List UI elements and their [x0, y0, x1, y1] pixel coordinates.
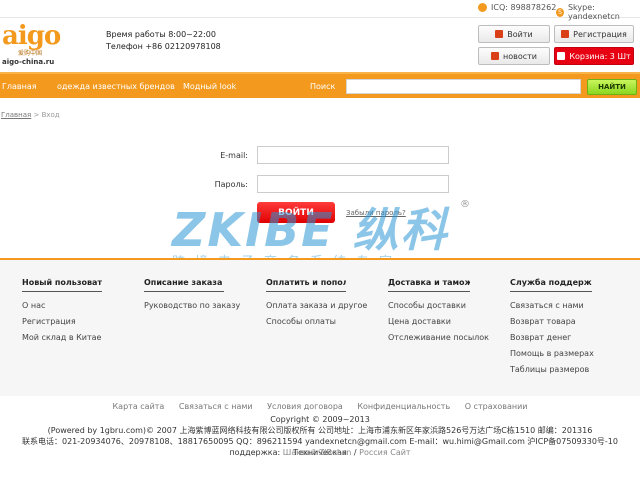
- breadcrumb-home[interactable]: Главная: [1, 111, 31, 119]
- skype-icon: S: [556, 7, 564, 17]
- footer-col-order: Описание заказа Руководство по заказу: [144, 278, 254, 314]
- search-label: Поиск: [310, 82, 336, 91]
- footer-link[interactable]: Возврат товара: [510, 314, 620, 330]
- footer-link[interactable]: Возврат денег: [510, 330, 620, 346]
- support-sep: /: [351, 448, 360, 457]
- user-icon: [478, 3, 487, 12]
- news-button[interactable]: новости: [478, 47, 550, 65]
- footer-bottom-links: Карта сайта Связаться с нами Условия дог…: [0, 402, 640, 411]
- news-icon: [491, 52, 499, 60]
- submit-login-button[interactable]: ВОЙТИ: [257, 202, 335, 223]
- bottom-link-insurance[interactable]: О страховании: [465, 402, 528, 411]
- hours-text: Время работы 8:00~22:00: [106, 30, 216, 39]
- nav-item-look[interactable]: Модный look: [183, 82, 236, 91]
- footer-link[interactable]: Оплата заказа и другое: [266, 298, 376, 314]
- footer-link[interactable]: О нас: [22, 298, 132, 314]
- bottom-link-terms[interactable]: Условия договора: [267, 402, 343, 411]
- watermark-reg: ®: [460, 199, 470, 210]
- footer-col-delivery: Доставка и таможня Способы доставки Цена…: [388, 278, 498, 346]
- footer-link[interactable]: Мой склад в Китае: [22, 330, 132, 346]
- footer-link[interactable]: Руководство по заказу: [144, 298, 254, 314]
- login-label: Войти: [507, 29, 533, 39]
- main-nav: Главная одежда известных брендов Модный …: [0, 72, 640, 98]
- copyright: Copyright © 2009~2013: [270, 415, 370, 424]
- site-header: aigo 爱购中国 aigo-china.ru Время работы 8:0…: [0, 18, 640, 72]
- forgot-password-link[interactable]: Забыли пароль?: [346, 209, 406, 217]
- footer-link[interactable]: Способы доставки: [388, 298, 498, 314]
- icq-contact: ICQ: 898878262: [478, 3, 556, 12]
- support-prefix: поддержка:: [229, 448, 281, 457]
- powered-by: (Powered by 1gbru.com)© 2007 上海紫博蓝网络科技有限…: [47, 426, 593, 435]
- lock-icon: [495, 30, 504, 38]
- working-hours: Время работы 8:00~22:00 Телефон +86 0212…: [106, 29, 221, 53]
- top-bar: ICQ: 898878262 S Skype: yandexnetcn: [0, 0, 640, 21]
- logo-main: aigo: [2, 21, 61, 51]
- nav-item-home[interactable]: Главная: [2, 82, 37, 91]
- footer-link[interactable]: Связаться с нами: [510, 298, 620, 314]
- support-company-link[interactable]: Шанхай ZiBoLan: [283, 448, 352, 457]
- footer-col-title: Служба поддержки: [510, 278, 592, 292]
- breadcrumb: Главная > Вход: [1, 111, 60, 119]
- nav-item-brands[interactable]: одежда известных брендов: [57, 82, 175, 91]
- footer-col-title: Доставка и таможня: [388, 278, 470, 292]
- email-label: E-mail:: [220, 151, 248, 160]
- footer-col-title: Новый пользователь: [22, 278, 102, 292]
- support-line: поддержка: Шанхай ZiBoLan / Россия Сайт: [0, 447, 640, 458]
- footer-link[interactable]: Регистрация: [22, 314, 132, 330]
- logo-url: aigo-china.ru: [2, 58, 55, 66]
- password-field[interactable]: [257, 175, 449, 193]
- icq-text: ICQ: 898878262: [491, 3, 557, 12]
- email-field[interactable]: [257, 146, 449, 164]
- bottom-link-sitemap[interactable]: Карта сайта: [113, 402, 165, 411]
- footer-link[interactable]: Таблицы размеров: [510, 362, 620, 378]
- footer-link[interactable]: Цена доставки: [388, 314, 498, 330]
- breadcrumb-current: Вход: [41, 111, 60, 119]
- footer-link[interactable]: Помощь в размерах: [510, 346, 620, 362]
- bottom-link-contact[interactable]: Связаться с нами: [179, 402, 253, 411]
- footer-col-support: Служба поддержки Связаться с нами Возвра…: [510, 278, 620, 378]
- support-site-link[interactable]: Россия Сайт: [359, 448, 410, 457]
- register-label: Регистрация: [573, 29, 627, 39]
- footer-col-new-user: Новый пользователь О нас Регистрация Мой…: [22, 278, 132, 346]
- footer-col-payment: Оплатить и пополнить Оплата заказа и дру…: [266, 278, 376, 330]
- register-button[interactable]: Регистрация: [554, 25, 634, 43]
- bottom-link-privacy[interactable]: Конфиденциальность: [357, 402, 450, 411]
- search-button[interactable]: НАЙТИ: [587, 79, 637, 95]
- phone-text: Телефон +86 02120978108: [106, 42, 221, 51]
- footer-col-title: Описание заказа: [144, 278, 224, 292]
- footer-link[interactable]: Отслеживание посылок: [388, 330, 498, 346]
- news-label: новости: [503, 51, 537, 61]
- login-button[interactable]: Войти: [478, 25, 550, 43]
- site-logo[interactable]: aigo 爱购中国 aigo-china.ru: [2, 22, 68, 68]
- footer-columns: Новый пользователь О нас Регистрация Мой…: [0, 258, 640, 396]
- breadcrumb-sep: >: [31, 111, 42, 119]
- search-input[interactable]: [346, 79, 581, 94]
- password-label: Пароль:: [214, 180, 248, 189]
- footer-link[interactable]: Способы оплаты: [266, 314, 376, 330]
- cart-label: Корзина: 3 Шт: [569, 51, 631, 61]
- register-icon: [561, 30, 570, 38]
- cart-button[interactable]: Корзина: 3 Шт: [554, 47, 634, 65]
- cart-icon: [557, 52, 566, 60]
- footer-col-title: Оплатить и пополнить: [266, 278, 346, 292]
